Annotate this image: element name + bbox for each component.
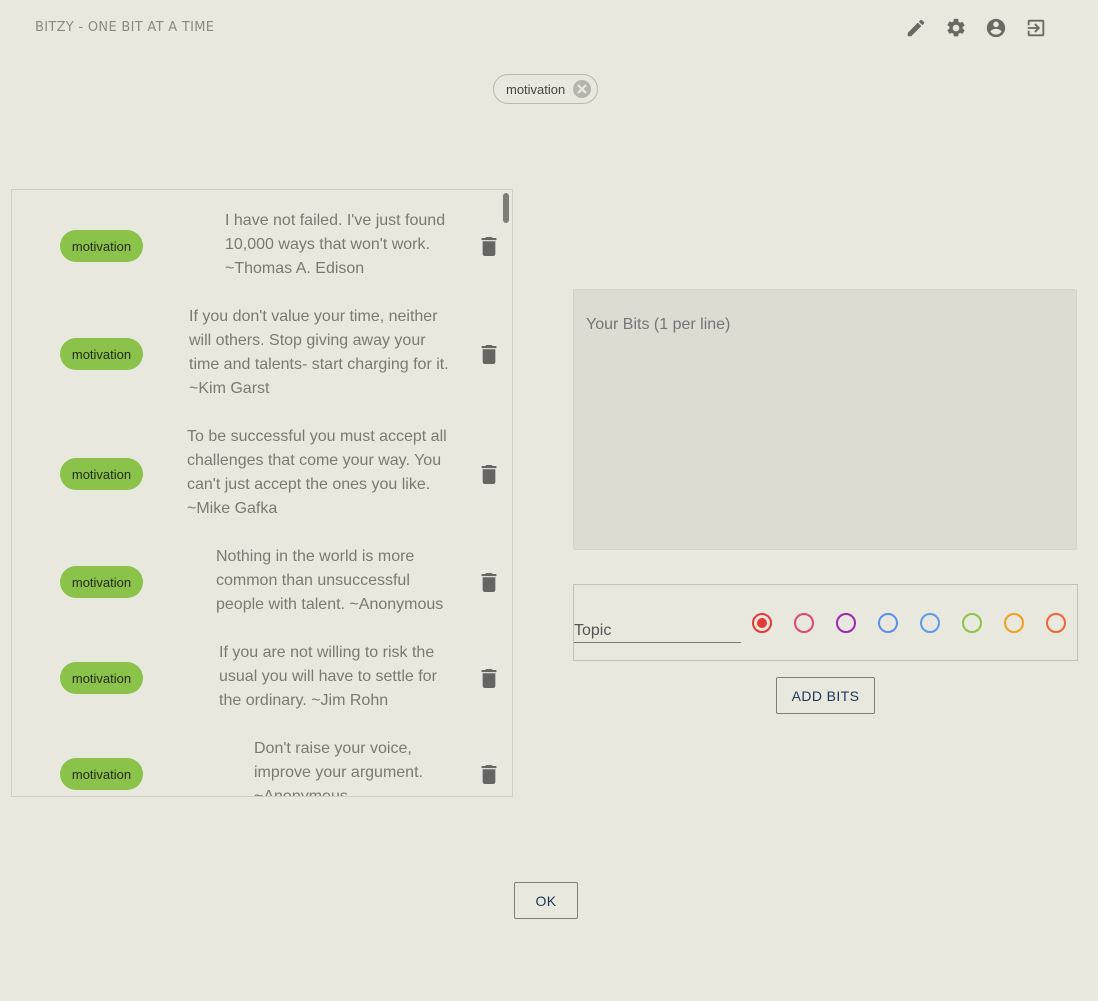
delete-icon[interactable] xyxy=(479,667,499,689)
color-radio[interactable] xyxy=(1004,613,1024,633)
bit-text: If you don't value your time, neither wi… xyxy=(189,308,449,397)
close-icon[interactable] xyxy=(573,80,592,98)
bit-text: Don't raise your voice, improve your arg… xyxy=(254,740,423,797)
tag-chip[interactable]: motivation xyxy=(60,230,143,262)
bits-textarea[interactable] xyxy=(573,289,1077,550)
bit-text: To be successful you must accept all cha… xyxy=(187,428,447,517)
color-radio[interactable] xyxy=(836,613,856,633)
delete-icon[interactable] xyxy=(479,235,499,257)
topic-panel xyxy=(573,584,1078,661)
logout-icon[interactable] xyxy=(1024,16,1048,40)
color-radio[interactable] xyxy=(962,613,982,633)
tag-chip[interactable]: motivation xyxy=(60,566,143,598)
edit-icon[interactable] xyxy=(904,16,928,40)
ok-button[interactable]: OK xyxy=(514,882,578,919)
color-radio[interactable] xyxy=(752,613,772,633)
delete-icon[interactable] xyxy=(479,571,499,593)
filter-chip-label: motivation xyxy=(506,81,566,97)
add-bits-button[interactable]: ADD BITS xyxy=(776,677,875,714)
settings-icon[interactable] xyxy=(944,16,968,40)
bit-text: If you are not willing to risk the usual… xyxy=(219,644,437,709)
filter-chip[interactable]: motivation xyxy=(493,74,599,104)
scrollbar-thumb[interactable] xyxy=(503,193,509,223)
color-radio[interactable] xyxy=(1046,613,1066,633)
account-icon[interactable] xyxy=(984,16,1008,40)
tag-chip[interactable]: motivation xyxy=(60,662,143,694)
tag-chip[interactable]: motivation xyxy=(60,758,143,790)
color-radio[interactable] xyxy=(920,613,940,633)
tag-chip[interactable]: motivation xyxy=(60,458,143,490)
tag-chip[interactable]: motivation xyxy=(60,338,143,370)
color-radio[interactable] xyxy=(794,613,814,633)
color-radio-selected-dot xyxy=(757,618,767,628)
bit-text: Nothing in the world is more common than… xyxy=(216,548,444,613)
delete-icon[interactable] xyxy=(479,343,499,365)
bit-text: I have not failed. I've just found 10,00… xyxy=(225,212,446,277)
delete-icon[interactable] xyxy=(479,763,499,785)
color-radio[interactable] xyxy=(878,613,898,633)
app-title: BITZY - ONE BIT AT A TIME xyxy=(35,20,215,35)
delete-icon[interactable] xyxy=(479,463,499,485)
top-toolbar xyxy=(904,16,1048,40)
bits-list[interactable]: motivation I have not failed. I've just … xyxy=(11,189,513,797)
topic-input[interactable] xyxy=(574,619,741,643)
